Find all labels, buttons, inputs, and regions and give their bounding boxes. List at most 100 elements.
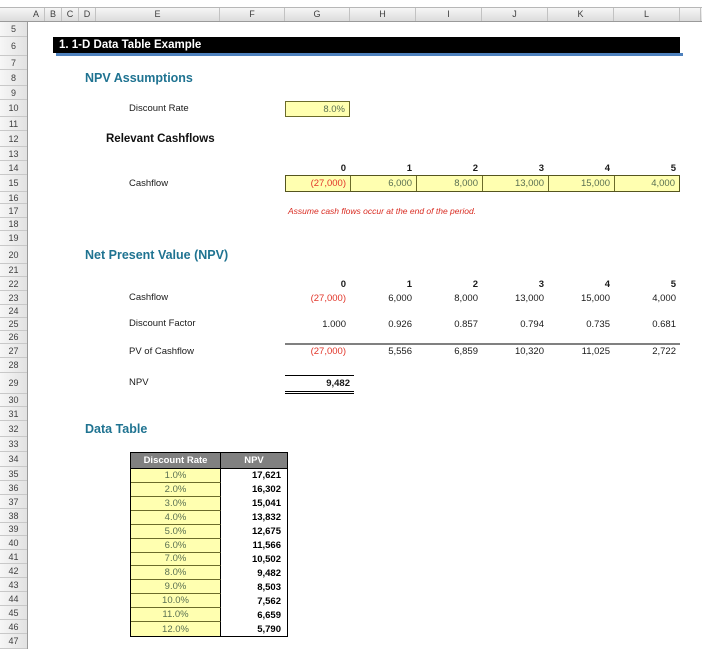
row-header-37[interactable]: 37 (0, 495, 27, 509)
pv-cashflow-cell-4[interactable]: 11,025 (548, 344, 614, 358)
cashflow-input-cell-4[interactable]: 15,000 (549, 176, 615, 191)
discount-factor-cell-1[interactable]: 0.926 (350, 318, 416, 331)
pv-cashflow-cell-2[interactable]: 6,859 (416, 344, 482, 358)
row-header-40[interactable]: 40 (0, 536, 27, 550)
row-header-11[interactable]: 11 (0, 117, 27, 131)
row-header-25[interactable]: 25 (0, 318, 27, 331)
discount-rate-input-cell[interactable]: 7.0% (131, 552, 221, 567)
npv-result-cell[interactable]: 16,302 (221, 482, 287, 497)
period-header-0[interactable]: 0 (285, 277, 350, 291)
discount-rate-input-cell[interactable]: 8.0% (131, 566, 221, 581)
discount-rate-input-cell[interactable]: 4.0% (131, 510, 221, 525)
npv-result-cell[interactable]: 15,041 (221, 496, 287, 511)
pv-cashflow-cell-0[interactable]: (27,000) (285, 344, 350, 358)
period-header-1[interactable]: 1 (350, 277, 416, 291)
row-header-33[interactable]: 33 (0, 437, 27, 452)
npv-result-cell[interactable]: 13,832 (221, 510, 287, 525)
col-header-B[interactable]: B (45, 8, 62, 21)
npv-result-cell[interactable]: 5,790 (221, 622, 287, 637)
npv-result-cell[interactable]: 9,482 (221, 566, 287, 581)
row-header-36[interactable]: 36 (0, 481, 27, 495)
period-header-2[interactable]: 2 (416, 161, 482, 175)
row-header-31[interactable]: 31 (0, 407, 27, 421)
row-header-39[interactable]: 39 (0, 523, 27, 536)
discount-rate-input-cell[interactable]: 3.0% (131, 496, 221, 511)
row-header-38[interactable]: 38 (0, 509, 27, 523)
row-header-19[interactable]: 19 (0, 231, 27, 246)
row-header-17[interactable]: 17 (0, 204, 27, 218)
discount-rate-input-cell[interactable]: 8.0% (285, 101, 350, 117)
row-header-14[interactable]: 14 (0, 161, 27, 175)
col-header-K[interactable]: K (548, 8, 614, 21)
discount-factor-cell-5[interactable]: 0.681 (614, 318, 680, 331)
col-header-I[interactable]: I (416, 8, 482, 21)
npv-cashflow-cell-1[interactable]: 6,000 (350, 291, 416, 305)
row-header-6[interactable]: 6 (0, 37, 27, 56)
row-header-28[interactable]: 28 (0, 358, 27, 373)
row-header-20[interactable]: 20 (0, 246, 27, 264)
col-header-D[interactable]: D (79, 8, 96, 21)
period-header-4[interactable]: 4 (548, 161, 614, 175)
discount-rate-input-cell[interactable]: 11.0% (131, 608, 221, 623)
cashflow-input-cell-2[interactable]: 8,000 (417, 176, 483, 191)
cashflow-input-cell-5[interactable]: 4,000 (615, 176, 679, 191)
pv-cashflow-cell-1[interactable]: 5,556 (350, 344, 416, 358)
row-header-26[interactable]: 26 (0, 331, 27, 344)
row-header-35[interactable]: 35 (0, 467, 27, 481)
row-header-45[interactable]: 45 (0, 606, 27, 620)
row-header-23[interactable]: 23 (0, 291, 27, 305)
row-header-7[interactable]: 7 (0, 56, 27, 70)
discount-factor-cell-4[interactable]: 0.735 (548, 318, 614, 331)
row-header-43[interactable]: 43 (0, 578, 27, 592)
npv-result-cell[interactable]: 8,503 (221, 580, 287, 595)
col-header-partial[interactable] (680, 8, 701, 21)
period-header-1[interactable]: 1 (350, 161, 416, 175)
row-header-34[interactable]: 34 (0, 452, 27, 467)
col-header-J[interactable]: J (482, 8, 548, 21)
row-header-32[interactable]: 32 (0, 421, 27, 437)
npv-result-cell[interactable]: 17,621 (221, 469, 287, 483)
discount-rate-input-cell[interactable]: 1.0% (131, 469, 221, 483)
npv-cashflow-cell-0[interactable]: (27,000) (285, 291, 350, 305)
discount-factor-cell-0[interactable]: 1.000 (285, 318, 350, 331)
npv-cashflow-cell-2[interactable]: 8,000 (416, 291, 482, 305)
discount-rate-input-cell[interactable]: 9.0% (131, 580, 221, 595)
npv-result-cell[interactable]: 11,566 (221, 538, 287, 553)
npv-cashflow-cell-4[interactable]: 15,000 (548, 291, 614, 305)
npv-cashflow-cell-5[interactable]: 4,000 (614, 291, 680, 305)
cashflow-input-cell-1[interactable]: 6,000 (351, 176, 417, 191)
col-header-E[interactable]: E (96, 8, 220, 21)
row-header-16[interactable]: 16 (0, 192, 27, 204)
row-header-13[interactable]: 13 (0, 147, 27, 161)
col-header-L[interactable]: L (614, 8, 680, 21)
row-header-41[interactable]: 41 (0, 550, 27, 564)
period-header-3[interactable]: 3 (482, 161, 548, 175)
row-header-29[interactable]: 29 (0, 373, 27, 394)
npv-result-cell[interactable]: 12,675 (221, 524, 287, 539)
npv-result-cell[interactable]: 6,659 (221, 608, 287, 623)
row-header-47[interactable]: 47 (0, 634, 27, 649)
npv-total-cell[interactable]: 9,482 (285, 375, 354, 394)
pv-cashflow-cell-3[interactable]: 10,320 (482, 344, 548, 358)
pv-cashflow-cell-5[interactable]: 2,722 (614, 344, 680, 358)
row-header-44[interactable]: 44 (0, 592, 27, 606)
period-header-0[interactable]: 0 (285, 161, 350, 175)
col-header-F[interactable]: F (220, 8, 285, 21)
row-header-5[interactable]: 5 (0, 22, 27, 37)
row-header-27[interactable]: 27 (0, 344, 27, 358)
npv-result-cell[interactable]: 7,562 (221, 594, 287, 609)
row-header-8[interactable]: 8 (0, 70, 27, 86)
discount-rate-input-cell[interactable]: 6.0% (131, 538, 221, 553)
discount-factor-cell-2[interactable]: 0.857 (416, 318, 482, 331)
cashflow-input-cell-0[interactable]: (27,000) (286, 176, 351, 191)
npv-cashflow-cell-3[interactable]: 13,000 (482, 291, 548, 305)
row-header-18[interactable]: 18 (0, 218, 27, 231)
row-header-21[interactable]: 21 (0, 264, 27, 277)
row-header-42[interactable]: 42 (0, 564, 27, 578)
period-header-5[interactable]: 5 (614, 277, 680, 291)
cashflow-input-cell-3[interactable]: 13,000 (483, 176, 549, 191)
discount-rate-input-cell[interactable]: 12.0% (131, 622, 221, 637)
period-header-2[interactable]: 2 (416, 277, 482, 291)
discount-rate-input-cell[interactable]: 5.0% (131, 524, 221, 539)
row-header-9[interactable]: 9 (0, 86, 27, 100)
